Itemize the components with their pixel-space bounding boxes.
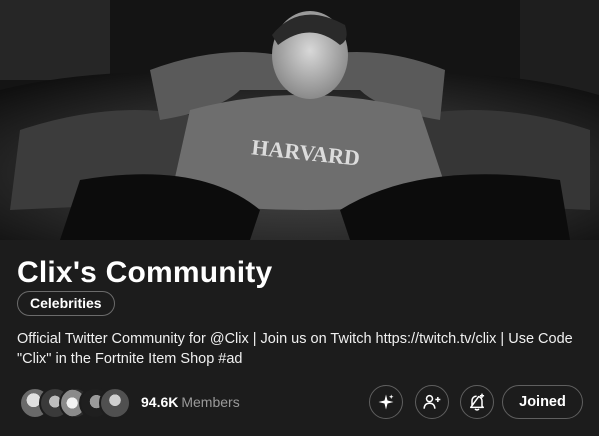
notifications-button[interactable] [460,385,494,419]
sparkle-icon [378,394,394,410]
community-title: Clix's Community [17,256,273,289]
community-description: Official Twitter Community for @Clix | J… [17,331,573,367]
add-member-button[interactable] [415,385,449,419]
joined-button[interactable]: Joined [502,385,583,419]
community-banner[interactable]: HARVARD [0,0,599,240]
sparkle-button[interactable] [369,385,403,419]
member-count-value: 94.6K [141,394,179,410]
category-badge[interactable]: Celebrities [17,291,115,316]
banner-photo: HARVARD [0,0,599,240]
bell-plus-icon [470,393,485,411]
member-avatars[interactable] [19,387,135,419]
person-add-icon [423,394,441,409]
member-count[interactable]: 94.6K Members [141,394,240,410]
member-avatar [99,387,131,419]
community-footer: 94.6K Members Joined [17,384,583,422]
member-count-label: Members [181,394,240,410]
